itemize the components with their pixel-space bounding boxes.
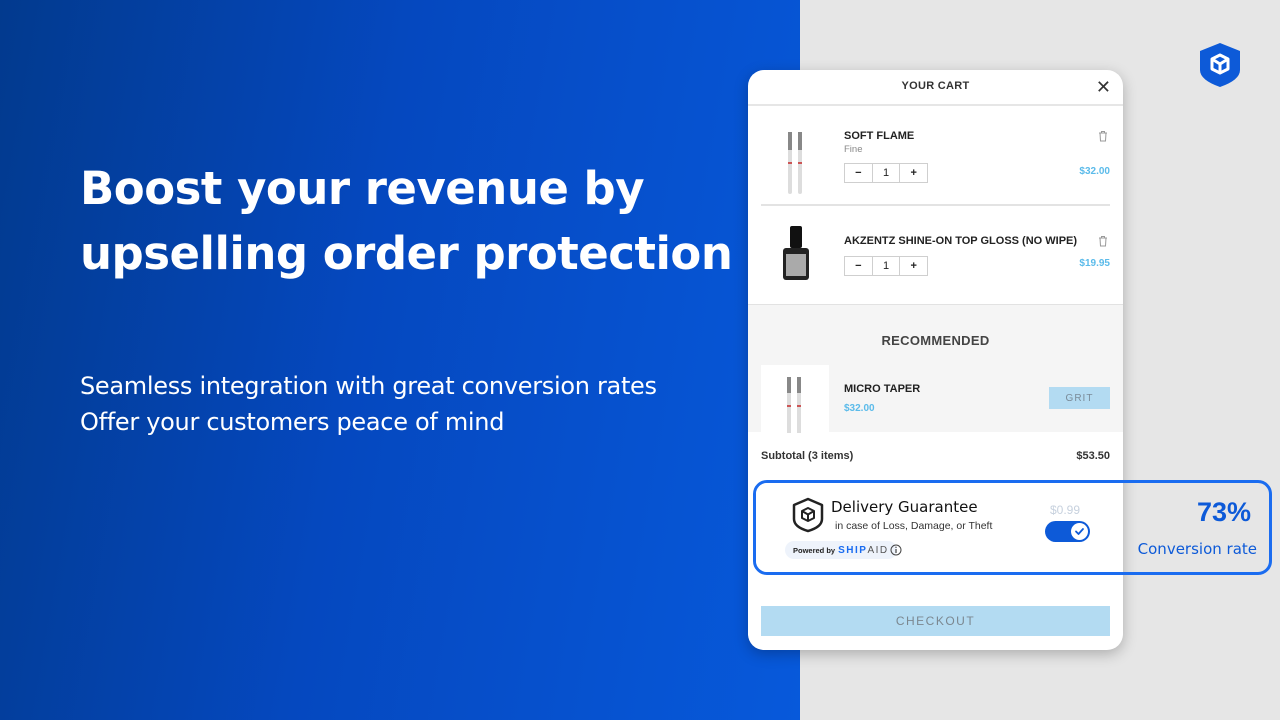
conversion-rate-label: Conversion rate (1137, 540, 1257, 558)
subtitle-line-1: Seamless integration with great conversi… (80, 372, 657, 400)
decrease-qty-button[interactable]: − (845, 164, 873, 182)
shipaid-shield-icon (1200, 43, 1240, 87)
quantity-stepper: − 1 + (844, 256, 928, 276)
headline-line-1: Boost your revenue by (80, 162, 645, 215)
conversion-rate-value: 73% (1196, 497, 1251, 527)
quantity-value[interactable]: 1 (873, 164, 901, 182)
headline-line-2: upselling order protection (80, 227, 733, 280)
guarantee-subtitle: in case of Loss, Damage, or Theft (835, 520, 993, 532)
trash-icon[interactable] (1098, 235, 1108, 247)
quantity-stepper: − 1 + (844, 163, 928, 183)
guarantee-toggle[interactable] (1045, 521, 1090, 542)
powered-by-badge: Powered by SHIPAID (785, 541, 897, 559)
subtitle-line-2: Offer your customers peace of mind (80, 408, 505, 436)
shield-icon (792, 497, 824, 533)
shipaid-wordmark: SHIPAID (838, 544, 889, 556)
item-variant: Fine (844, 144, 863, 155)
grit-select-button[interactable]: GRIT (1049, 387, 1110, 409)
delivery-guarantee-widget: Delivery Guarantee in case of Loss, Dama… (753, 480, 1272, 575)
cart-title: YOUR CART (901, 80, 970, 92)
cart-header: YOUR CART ✕ (748, 70, 1123, 106)
increase-qty-button[interactable]: + (900, 164, 927, 182)
item-name[interactable]: AKZENTZ SHINE-ON TOP GLOSS (NO WIPE) (844, 235, 1077, 247)
subtotal-row: Subtotal (3 items) $53.50 (761, 450, 1110, 462)
item-price: $32.00 (1079, 166, 1110, 177)
guarantee-price: $0.99 (1050, 503, 1081, 517)
quantity-value[interactable]: 1 (873, 257, 901, 275)
info-icon[interactable] (890, 544, 902, 556)
item-price: $19.95 (1079, 258, 1110, 269)
recommended-section: RECOMMENDED MICRO TAPER $32.00 GRIT (748, 304, 1123, 433)
recommended-item-name[interactable]: MICRO TAPER (844, 383, 920, 395)
hero-subtitle: Seamless integration with great conversi… (80, 368, 780, 440)
item-name[interactable]: SOFT FLAME (844, 130, 914, 142)
trash-icon[interactable] (1098, 130, 1108, 142)
close-icon[interactable]: ✕ (1096, 78, 1111, 96)
decrease-qty-button[interactable]: − (845, 257, 873, 275)
guarantee-title: Delivery Guarantee (831, 498, 978, 516)
product-image (783, 226, 809, 280)
cart-item: SOFT FLAME Fine − 1 + $32.00 (748, 116, 1123, 206)
recommended-item-price: $32.00 (844, 403, 875, 414)
recommended-title: RECOMMENDED (881, 333, 990, 348)
increase-qty-button[interactable]: + (900, 257, 927, 275)
powered-by-label: Powered by (793, 545, 836, 555)
checkout-button[interactable]: CHECKOUT (761, 606, 1110, 636)
hero-panel: Boost your revenue by upselling order pr… (0, 0, 800, 720)
cart-item: AKZENTZ SHINE-ON TOP GLOSS (NO WIPE) − 1… (748, 206, 1123, 304)
checkmark-icon (1075, 528, 1084, 535)
product-image (761, 365, 829, 433)
hero-headline: Boost your revenue by upselling order pr… (80, 156, 780, 286)
subtotal-label: Subtotal (3 items) (761, 450, 854, 462)
subtotal-value: $53.50 (1076, 450, 1110, 462)
toggle-knob (1071, 523, 1088, 540)
product-image (788, 132, 802, 194)
